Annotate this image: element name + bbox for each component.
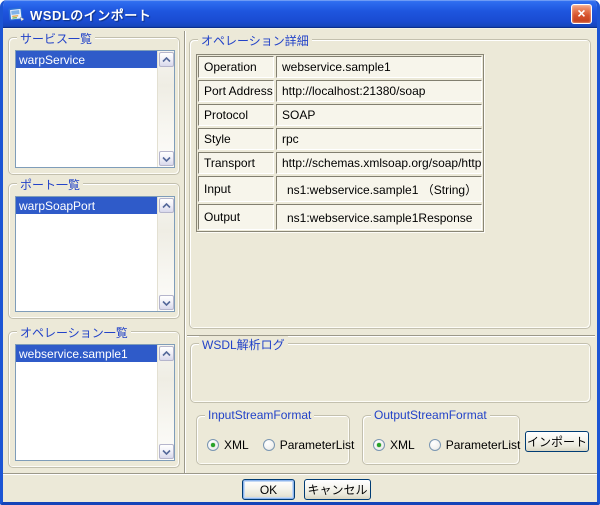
radio-label: XML xyxy=(224,438,249,452)
port-list-group: ポート一覧 warpSoapPort xyxy=(8,183,180,319)
title-bar[interactable]: WSDLのインポート × xyxy=(0,0,600,28)
wsdl-document-icon xyxy=(8,6,25,22)
detail-value-cell: SOAP xyxy=(276,104,482,126)
radio-button-icon[interactable] xyxy=(263,439,275,451)
detail-key-cell: Output xyxy=(198,204,274,230)
radio-button-icon[interactable] xyxy=(429,439,441,451)
window-title: WSDLのインポート xyxy=(30,5,151,24)
detail-key-cell: Port Address xyxy=(198,80,274,102)
scroll-up-button[interactable] xyxy=(159,198,174,213)
wsdl-import-dialog: WSDLのインポート × サービス一覧 warpService ポート一覧 wa… xyxy=(0,0,600,505)
detail-key-cell: Operation xyxy=(198,56,274,78)
radio-option-parameterlist[interactable]: ParameterList xyxy=(263,438,355,452)
radio-label: XML xyxy=(390,438,415,452)
vertical-scrollbar[interactable] xyxy=(157,51,174,167)
radio-label: ParameterList xyxy=(446,438,521,452)
detail-value-cell: webservice.sample1 xyxy=(276,56,482,78)
radio-option-xml[interactable]: XML xyxy=(207,438,249,452)
scroll-up-button[interactable] xyxy=(159,346,174,361)
output-stream-format-options: XML ParameterList xyxy=(373,438,520,452)
radio-button-icon[interactable] xyxy=(207,439,219,451)
detail-key-cell: Style xyxy=(198,128,274,150)
detail-value-cell: rpc xyxy=(276,128,482,150)
service-list-label: サービス一覧 xyxy=(17,30,95,47)
service-listbox[interactable]: warpService xyxy=(15,50,175,168)
operation-list-group: オペレーション一覧 webservice.sample1 xyxy=(8,331,180,468)
input-stream-format-group: InputStreamFormat XMLParameterList xyxy=(196,415,350,465)
scroll-down-button[interactable] xyxy=(159,444,174,459)
detail-key-cell: Transport xyxy=(198,152,274,174)
output-stream-format-group: OutputStreamFormat XMLParameterList xyxy=(362,415,520,465)
radio-label: ParameterList xyxy=(280,438,355,452)
radio-option-parameterlist[interactable]: ParameterList xyxy=(429,438,521,452)
scroll-down-button[interactable] xyxy=(159,295,174,310)
detail-value-cell: http://schemas.xmlsoap.org/soap/http xyxy=(276,152,482,174)
port-listbox[interactable]: warpSoapPort xyxy=(15,196,175,312)
ok-button[interactable]: OK xyxy=(242,479,295,500)
detail-value-cell: ns1:webservice.sample1Response （String） xyxy=(276,204,482,230)
list-items: warpService xyxy=(16,51,157,167)
operation-details-table: Operationwebservice.sample1Port Addressh… xyxy=(196,54,484,232)
input-stream-format-label: InputStreamFormat xyxy=(205,408,314,422)
detail-value-cell: http://localhost:21380/soap xyxy=(276,80,482,102)
list-item[interactable]: warpService xyxy=(16,51,157,68)
list-item[interactable]: warpSoapPort xyxy=(16,197,157,214)
operation-listbox[interactable]: webservice.sample1 xyxy=(15,344,175,461)
vertical-scrollbar[interactable] xyxy=(157,345,174,460)
port-list-label: ポート一覧 xyxy=(17,176,83,193)
radio-option-xml[interactable]: XML xyxy=(373,438,415,452)
service-list-group: サービス一覧 warpService xyxy=(8,37,180,175)
close-button[interactable]: × xyxy=(571,4,592,24)
list-items: warpSoapPort xyxy=(16,197,157,311)
cancel-button[interactable]: キャンセル xyxy=(304,479,371,500)
list-item[interactable]: webservice.sample1 xyxy=(16,345,157,362)
operation-details-group: オペレーション詳細 Operationwebservice.sample1Por… xyxy=(189,39,591,329)
wsdl-log-group: WSDL解析ログ xyxy=(190,343,591,403)
input-stream-format-options: XML ParameterList xyxy=(207,438,354,452)
scroll-up-button[interactable] xyxy=(159,52,174,67)
detail-key-cell: Input xyxy=(198,176,274,202)
wsdl-log-content xyxy=(197,356,584,396)
dialog-body: サービス一覧 warpService ポート一覧 warpSoapPort オペ… xyxy=(3,28,597,502)
detail-key-cell: Protocol xyxy=(198,104,274,126)
output-stream-format-label: OutputStreamFormat xyxy=(371,408,490,422)
column-separator xyxy=(184,31,186,473)
footer-separator xyxy=(3,473,597,475)
operation-details-label: オペレーション詳細 xyxy=(198,32,312,49)
vertical-scrollbar[interactable] xyxy=(157,197,174,311)
operation-list-label: オペレーション一覧 xyxy=(17,324,131,341)
detail-value-cell: ns1:webservice.sample1 （String） xyxy=(276,176,482,202)
radio-button-icon[interactable] xyxy=(373,439,385,451)
list-items: webservice.sample1 xyxy=(16,345,157,460)
import-button[interactable]: インポート xyxy=(525,431,589,452)
wsdl-log-label: WSDL解析ログ xyxy=(199,336,288,353)
scroll-down-button[interactable] xyxy=(159,151,174,166)
